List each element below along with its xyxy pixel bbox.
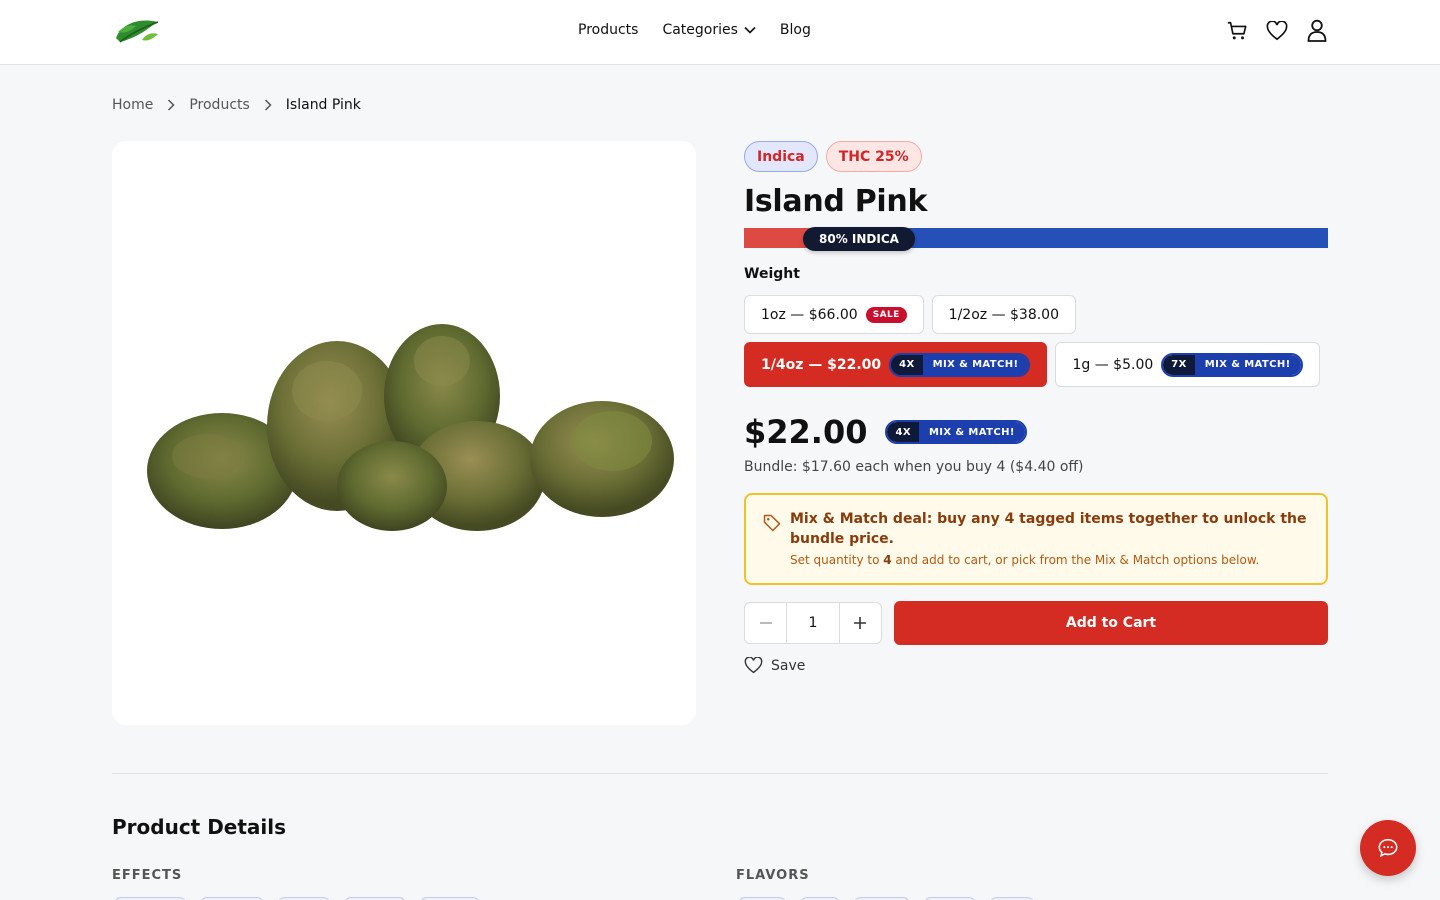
product-title: Island Pink xyxy=(744,184,928,219)
nav-blog[interactable]: Blog xyxy=(780,22,811,38)
nav-blog-label: Blog xyxy=(779,22,811,38)
mix-match-count: 4X xyxy=(891,354,923,375)
product-info: Indica THC 25% Island Pink 80% INDICA We… xyxy=(744,141,1328,674)
plus-icon xyxy=(854,617,867,629)
sale-badge: SALE xyxy=(865,306,907,323)
nav-categories-label: Categories xyxy=(662,22,738,38)
price-row: $22.00 4X MIX & MATCH! xyxy=(744,413,1328,451)
breadcrumb-current: Island Pink xyxy=(285,97,361,113)
product-tags: Indica THC 25% xyxy=(744,141,1328,172)
weight-option-quarter-oz[interactable]: 1/4oz — $22.00 4X MIX & MATCH! xyxy=(744,342,1048,387)
mix-match-badge: 4X MIX & MATCH! xyxy=(885,420,1027,444)
chevron-right-icon xyxy=(264,99,272,111)
deal-subtext-qty: 4 xyxy=(883,553,892,567)
ratio-bar-indica xyxy=(860,228,1328,248)
product-image xyxy=(147,324,674,531)
weight-option-label: 1/2oz — $38.00 xyxy=(948,306,1059,323)
breadcrumb-home[interactable]: Home xyxy=(112,97,153,113)
cart-icon[interactable] xyxy=(1226,18,1248,44)
save-label: Save xyxy=(771,657,806,674)
quantity-stepper: 1 xyxy=(744,602,882,644)
mix-match-text: MIX & MATCH! xyxy=(1194,354,1301,375)
flavors-label: FLAVORS xyxy=(736,868,810,883)
tag-icon xyxy=(763,514,781,532)
nav-categories[interactable]: Categories xyxy=(662,22,756,38)
header-actions xyxy=(1226,18,1328,44)
mix-match-text: MIX & MATCH! xyxy=(922,354,1029,375)
main-nav: Products Categories Blog xyxy=(578,22,835,38)
deal-subtext: Set quantity to 4 and add to cart, or pi… xyxy=(790,553,1259,567)
breadcrumb: Home Products Island Pink xyxy=(112,97,361,113)
product-details-title: Product Details xyxy=(112,815,287,839)
breadcrumb-products[interactable]: Products xyxy=(189,97,249,113)
chat-icon xyxy=(1378,838,1398,858)
deal-title: Mix & Match deal: buy any 4 tagged items… xyxy=(790,511,1307,547)
product-image-card xyxy=(112,141,696,725)
mix-match-badge: 4X MIX & MATCH! xyxy=(889,352,1031,377)
chat-button[interactable] xyxy=(1360,820,1416,876)
strain-ratio-bar: 80% INDICA xyxy=(744,227,1328,251)
mix-match-count: 7X xyxy=(1163,354,1195,375)
strain-badge: Indica xyxy=(744,141,818,172)
user-icon[interactable] xyxy=(1306,18,1328,44)
chevron-right-icon xyxy=(167,99,175,111)
weight-option-half-oz[interactable]: 1/2oz — $38.00 xyxy=(931,295,1076,334)
weight-option-label: 1oz — $66.00 xyxy=(761,306,858,323)
deal-subtext-pre: Set quantity to xyxy=(790,553,884,567)
section-divider xyxy=(112,773,1328,774)
minus-icon xyxy=(759,622,772,624)
add-to-cart-button[interactable]: Add to Cart xyxy=(894,601,1328,645)
weight-option-label: 1/4oz — $22.00 xyxy=(761,356,882,373)
heart-icon[interactable] xyxy=(1266,18,1288,44)
nav-products[interactable]: Products xyxy=(578,22,638,38)
effects-label: EFFECTS xyxy=(112,868,183,883)
mix-match-count: 4X xyxy=(887,422,919,442)
bundle-price-text: Bundle: $17.60 each when you buy 4 ($4.4… xyxy=(744,459,1084,475)
nav-products-label: Products xyxy=(578,22,639,38)
quantity-decrease-button[interactable] xyxy=(745,603,786,643)
weight-option-label: 1g — $5.00 xyxy=(1072,356,1154,373)
quantity-input[interactable]: 1 xyxy=(786,603,840,643)
mix-match-deal-box: Mix & Match deal: buy any 4 tagged items… xyxy=(744,493,1328,585)
weight-options: 1oz — $66.00 SALE 1/2oz — $38.00 1/4oz —… xyxy=(744,295,1328,387)
chevron-down-icon xyxy=(744,26,756,34)
heart-icon xyxy=(744,657,763,674)
mix-match-badge: 7X MIX & MATCH! xyxy=(1161,352,1303,377)
weight-label: Weight xyxy=(744,266,800,282)
quantity-increase-button[interactable] xyxy=(840,603,881,643)
cart-row: 1 Add to Cart xyxy=(744,601,1328,645)
logo[interactable] xyxy=(112,16,162,48)
product-price: $22.00 xyxy=(744,413,868,451)
weight-option-1g[interactable]: 1g — $5.00 7X MIX & MATCH! xyxy=(1055,342,1320,387)
mix-match-text: MIX & MATCH! xyxy=(918,422,1025,442)
weight-option-1oz[interactable]: 1oz — $66.00 SALE xyxy=(744,295,924,334)
deal-subtext-post: and add to cart, or pick from the Mix & … xyxy=(891,553,1260,567)
site-header: Products Categories Blog xyxy=(0,0,1440,65)
save-button[interactable]: Save xyxy=(744,657,1328,674)
ratio-label: 80% INDICA xyxy=(803,227,915,251)
thc-badge: THC 25% xyxy=(825,141,922,172)
